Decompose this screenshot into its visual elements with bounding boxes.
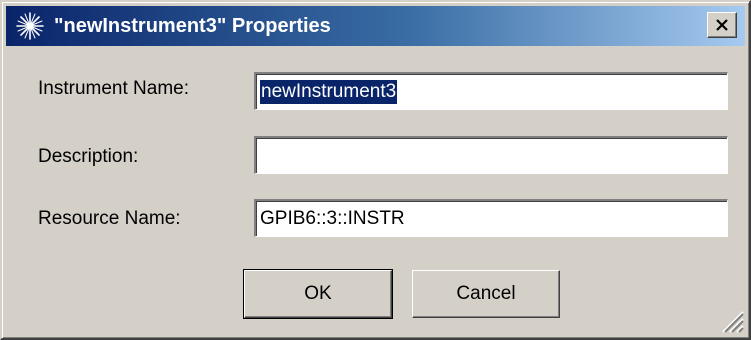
agilent-spark-icon (16, 12, 44, 40)
ok-button[interactable]: OK (243, 269, 393, 319)
window-title: "newInstrument3" Properties (54, 15, 331, 37)
instrument-name-value: newInstrument3 (260, 79, 398, 104)
resource-name-value: GPIB6::3::INSTR (260, 207, 405, 229)
resource-name-label: Resource Name: (38, 208, 181, 229)
title-bar[interactable]: "newInstrument3" Properties (6, 6, 745, 46)
resize-grip-icon[interactable] (717, 306, 745, 334)
resource-name-field[interactable]: GPIB6::3::INSTR (254, 199, 728, 237)
description-field[interactable] (254, 136, 728, 174)
instrument-name-label: Instrument Name: (38, 78, 189, 99)
instrument-name-field[interactable]: newInstrument3 (254, 72, 728, 110)
properties-dialog: "newInstrument3" Properties Instrument N… (0, 0, 751, 340)
cancel-button[interactable]: Cancel (412, 270, 560, 318)
close-button[interactable] (707, 12, 737, 38)
description-label: Description: (38, 146, 139, 167)
close-icon (716, 19, 728, 31)
